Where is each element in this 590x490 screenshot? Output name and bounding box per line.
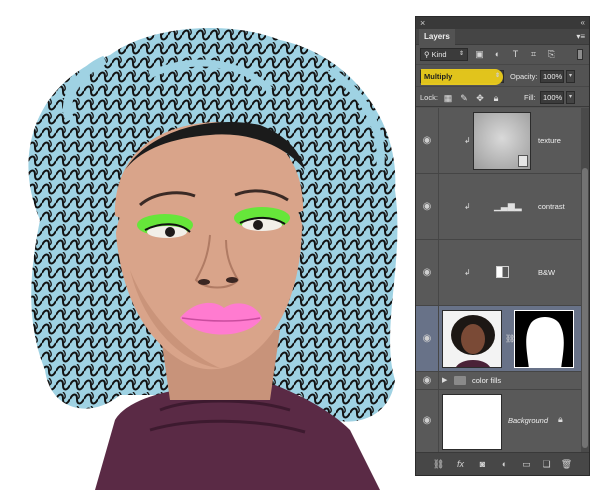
image-filter-icon[interactable]: ▣ <box>474 49 485 60</box>
layer-group-color-fills[interactable]: ◉ ▶ color fills <box>416 372 581 390</box>
clipping-arrow-icon: ↲ <box>464 202 471 211</box>
divider <box>438 240 439 305</box>
trash-icon[interactable]: 🗑︎ <box>560 458 573 471</box>
eye-icon[interactable]: ◉ <box>421 202 433 212</box>
blend-row: Multiply ⇕ Opacity: 100% ▾ <box>416 67 589 87</box>
collapse-panel-button[interactable]: « <box>581 17 585 29</box>
lock-position-icon[interactable]: ✥ <box>474 92 486 104</box>
type-filter-icon[interactable]: T <box>510 49 521 60</box>
opacity-input[interactable]: 100% <box>540 70 564 83</box>
link-icon[interactable]: ⛓︎ <box>432 458 445 471</box>
filter-kind-label: Kind <box>431 50 447 59</box>
filter-toggle-switch[interactable] <box>577 49 583 60</box>
layers-panel: × « Layers ▾≡ ⚲ Kind ⇕ ▣ ◐ T ⌗ ⎘ Multipl… <box>415 16 590 476</box>
layers-bottom-toolbar: ⛓︎ fx ◙ ◐ ▭ ❏ 🗑︎ <box>416 452 589 475</box>
eye-icon[interactable]: ◉ <box>421 334 433 344</box>
divider <box>438 390 439 452</box>
adjustment-filter-icon[interactable]: ◐ <box>492 49 503 60</box>
lock-image-icon[interactable]: ✎ <box>458 92 470 104</box>
clipping-arrow-icon: ↲ <box>464 268 471 277</box>
eye-icon[interactable]: ◉ <box>421 268 433 278</box>
layer-background[interactable]: ◉ Background 🔒︎ <box>416 390 581 452</box>
fill-input[interactable]: 100% <box>540 91 564 104</box>
mask-icon[interactable]: ◙ <box>476 458 489 471</box>
layer-texture[interactable]: ◉ ↲ texture <box>416 108 581 174</box>
panel-menu-icon[interactable]: ▾≡ <box>576 29 585 45</box>
black-white-icon <box>496 266 509 278</box>
eye-icon[interactable]: ◉ <box>421 376 433 386</box>
pop-art-portrait <box>28 27 398 490</box>
background-thumbnail <box>442 394 502 450</box>
chevron-down-icon: ⇕ <box>458 51 464 57</box>
layer-contrast[interactable]: ◉ ↲ ▁▃▆▂ contrast <box>416 174 581 240</box>
eye-icon[interactable]: ◉ <box>421 416 433 426</box>
blend-mode-select[interactable]: Multiply ⇕ <box>420 69 504 85</box>
blend-mode-value: Multiply <box>424 72 453 81</box>
layer-name: Background <box>508 416 549 425</box>
layer-mask-thumbnail[interactable] <box>514 310 574 368</box>
shape-filter-icon[interactable]: ⌗ <box>528 49 539 60</box>
panel-tab-bar: Layers ▾≡ <box>416 29 589 45</box>
layers-list: ◉ ↲ texture ◉ ↲ ▁▃▆▂ contrast ◉ ↲ B&W ◉ … <box>416 108 581 452</box>
divider <box>438 372 439 389</box>
layer-name: texture <box>538 136 561 145</box>
lock-label: Lock: <box>420 93 438 102</box>
search-icon: ⚲ <box>424 50 430 59</box>
fill-label: Fill: <box>524 93 536 102</box>
opacity-slider-toggle[interactable]: ▾ <box>566 70 575 83</box>
layers-scrollbar[interactable] <box>581 108 589 452</box>
portrait-thumbnail <box>442 310 502 368</box>
fill-slider-toggle[interactable]: ▾ <box>566 91 575 104</box>
panel-title-bar: × « <box>416 17 589 29</box>
chevron-down-icon: ⇕ <box>494 73 500 79</box>
filter-kind-select[interactable]: ⚲ Kind ⇕ <box>420 48 468 61</box>
divider <box>438 108 439 173</box>
folder-icon[interactable]: ▭ <box>520 458 533 471</box>
layer-name: B&W <box>538 268 556 277</box>
close-panel-button[interactable]: × <box>420 17 425 29</box>
photoshop-workspace: × « Layers ▾≡ ⚲ Kind ⇕ ▣ ◐ T ⌗ ⎘ Multipl… <box>0 0 590 490</box>
folder-icon <box>454 376 466 385</box>
scrollbar-thumb[interactable] <box>582 168 588 448</box>
lock-row: Lock: ▦ ✎ ✥ 🔒︎ Fill: 100% ▾ <box>416 89 589 107</box>
portrait-thumb-image <box>451 315 495 367</box>
layer-name: contrast <box>538 202 565 211</box>
smart-object-icon <box>518 155 528 167</box>
group-name: color fills <box>472 376 502 385</box>
fx-icon[interactable]: fx <box>454 458 467 471</box>
document-canvas[interactable] <box>0 0 420 490</box>
lock-transparency-icon[interactable]: ▦ <box>442 92 454 104</box>
eye-icon[interactable]: ◉ <box>421 136 433 146</box>
mask-shape <box>526 317 564 367</box>
layer-filter-row: ⚲ Kind ⇕ ▣ ◐ T ⌗ ⎘ <box>416 45 589 65</box>
layer-bw[interactable]: ◉ ↲ B&W <box>416 240 581 306</box>
new-layer-icon[interactable]: ❏ <box>540 458 553 471</box>
tab-layers[interactable]: Layers <box>419 29 455 45</box>
texture-thumbnail <box>473 112 531 170</box>
opacity-label: Opacity: <box>510 72 538 81</box>
levels-histogram-icon: ▁▃▆▂ <box>494 201 522 211</box>
clipping-arrow-icon: ↲ <box>464 136 471 145</box>
lock-icon: 🔒︎ <box>558 414 563 424</box>
divider <box>438 174 439 239</box>
expand-arrow-icon[interactable]: ▶ <box>442 376 447 384</box>
lock-all-icon[interactable]: 🔒︎ <box>490 92 502 104</box>
adjustment-icon[interactable]: ◐ <box>498 458 511 471</box>
divider <box>438 306 439 371</box>
layer-portrait[interactable]: ◉ ⛓︎ <box>416 306 581 372</box>
smart-object-filter-icon[interactable]: ⎘ <box>546 49 557 60</box>
